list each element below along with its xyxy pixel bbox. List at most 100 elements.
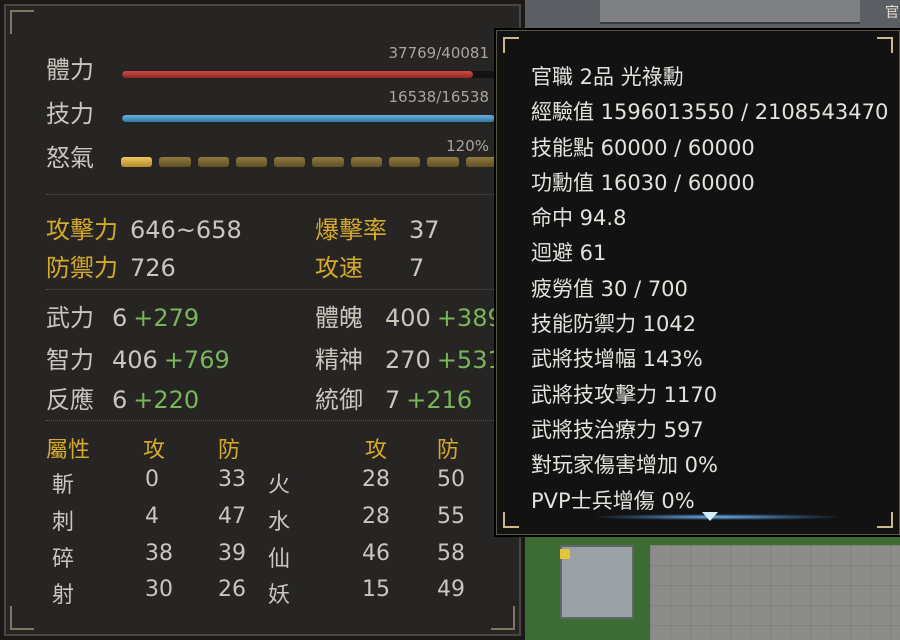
- attack-value: 646~658: [130, 216, 242, 244]
- defense-value: 726: [130, 254, 176, 282]
- world-building: [560, 545, 634, 619]
- attr-name: 刺: [52, 510, 75, 535]
- world-sign: 官: [885, 5, 899, 21]
- attr-def2: 49: [437, 577, 465, 602]
- agi-value: 6: [112, 386, 128, 414]
- int-bonus: +769: [163, 346, 230, 374]
- attr-def: 39: [218, 541, 246, 566]
- section-divider: [46, 420, 496, 421]
- hp-label: 體力: [46, 56, 94, 84]
- attr-def2: 55: [437, 504, 465, 529]
- panel-corner-ornament: [491, 606, 515, 630]
- spi-bonus: +531: [436, 346, 503, 374]
- attr-atk2: 15: [362, 577, 390, 602]
- lead-bonus: +216: [406, 386, 473, 414]
- tooltip-corner-ornament: [503, 512, 519, 528]
- attr-def: 33: [218, 467, 246, 492]
- lead-label: 統御: [315, 386, 363, 414]
- attr-header-def: 防: [218, 438, 241, 463]
- attr-name: 斬: [52, 473, 75, 498]
- attr-name2: 仙: [268, 547, 291, 572]
- attr-name: 射: [52, 583, 75, 608]
- vit-bonus: +389: [436, 304, 503, 332]
- rage-bar: [121, 157, 497, 167]
- rage-value: 120%: [446, 137, 489, 155]
- str-bonus: +279: [133, 304, 200, 332]
- panel-corner-ornament: [10, 10, 34, 34]
- crit-stat: 爆擊率 37: [315, 210, 440, 245]
- rage-segment: [274, 157, 306, 167]
- attr-def: 47: [218, 504, 246, 529]
- attr-atk: 38: [145, 541, 173, 566]
- rage-segment: [389, 157, 421, 167]
- tooltip-line: 功勳值 16030 / 60000: [531, 170, 755, 195]
- attr-name2: 水: [268, 510, 291, 535]
- rage-segment: [465, 157, 497, 167]
- section-divider: [46, 194, 496, 195]
- vit-stat: 體魄 400 +389: [315, 298, 503, 333]
- sp-value: 16538/16538: [388, 88, 490, 106]
- attr-atk2: 28: [362, 504, 390, 529]
- tooltip-line: 對玩家傷害增加 0%: [531, 453, 718, 478]
- section-divider: [46, 289, 496, 290]
- int-stat: 智力 406 +769: [46, 340, 230, 375]
- world-wall: [600, 0, 860, 24]
- tooltip-line: 迴避 61: [531, 241, 607, 266]
- spi-stat: 精神 270 +531: [315, 340, 503, 375]
- rage-segment: [350, 157, 383, 167]
- tooltip-lines[interactable]: 官職 2品 光祿勳 經驗值 1596013550 / 2108543470 技能…: [531, 63, 889, 512]
- defense-label: 防禦力: [46, 254, 118, 282]
- tooltip-corner-ornament: [503, 37, 519, 53]
- attr-def2: 50: [437, 467, 465, 492]
- tooltip-line: 技能點 60000 / 60000: [531, 135, 755, 160]
- rage-label: 怒氣: [46, 144, 94, 172]
- tooltip-line: 命中 94.8: [531, 206, 627, 231]
- attack-label: 攻擊力: [46, 216, 118, 244]
- agi-label: 反應: [46, 386, 94, 414]
- attr-def2: 58: [437, 541, 465, 566]
- int-value: 406: [112, 346, 158, 374]
- attr-header-atk2: 攻: [365, 438, 388, 463]
- rage-segment: [427, 157, 459, 167]
- world-marker: [560, 549, 570, 559]
- tooltip-line: 武將技治療力 597: [531, 417, 704, 442]
- speed-label: 攻速: [315, 254, 363, 282]
- attr-header-def2: 防: [437, 438, 460, 463]
- tooltip-line: 疲勞值 30 / 700: [531, 276, 688, 301]
- str-label: 武力: [46, 304, 94, 332]
- agi-stat: 反應 6 +220: [46, 380, 199, 415]
- str-stat: 武力 6 +279: [46, 298, 199, 333]
- rage-segment: [159, 157, 191, 167]
- rage-segment: [197, 157, 229, 167]
- vit-value: 400: [385, 304, 431, 332]
- tooltip-line: 經驗值 1596013550 / 2108543470: [531, 100, 889, 125]
- tooltip-line: 武將技攻擊力 1170: [531, 382, 718, 407]
- tooltip-line: 武將技增幅 143%: [531, 347, 703, 372]
- attr-atk: 30: [145, 577, 173, 602]
- sp-label: 技力: [46, 100, 94, 128]
- lead-stat: 統御 7 +216: [315, 380, 472, 415]
- hp-value: 37769/40081: [388, 44, 490, 62]
- scroll-down-arrow-icon[interactable]: [702, 512, 718, 521]
- speed-stat: 攻速 7: [315, 248, 424, 283]
- attack-stat: 攻擊力 646~658: [46, 210, 242, 245]
- attr-def: 26: [218, 577, 246, 602]
- attr-atk2: 46: [362, 541, 390, 566]
- rage-segment: [235, 157, 268, 167]
- sp-bar: [122, 115, 495, 122]
- defense-stat: 防禦力 726: [46, 248, 176, 283]
- vit-label: 體魄: [315, 304, 363, 332]
- spi-label: 精神: [315, 346, 363, 374]
- attr-name2: 火: [268, 473, 291, 498]
- crit-label: 爆擊率: [315, 216, 387, 244]
- attr-atk: 4: [145, 504, 159, 529]
- tooltip-corner-ornament: [877, 512, 893, 528]
- detail-tooltip: 官職 2品 光祿勳 經驗值 1596013550 / 2108543470 技能…: [496, 30, 900, 535]
- character-stats-panel: 體力 37769/40081 技力 16538/16538 怒氣 120% 攻擊…: [0, 0, 525, 640]
- speed-value: 7: [409, 254, 425, 282]
- hp-bar: [122, 71, 495, 78]
- rage-segment: [312, 157, 344, 167]
- world-plaza: [650, 545, 900, 640]
- attr-header-atk: 攻: [143, 438, 166, 463]
- str-value: 6: [112, 304, 128, 332]
